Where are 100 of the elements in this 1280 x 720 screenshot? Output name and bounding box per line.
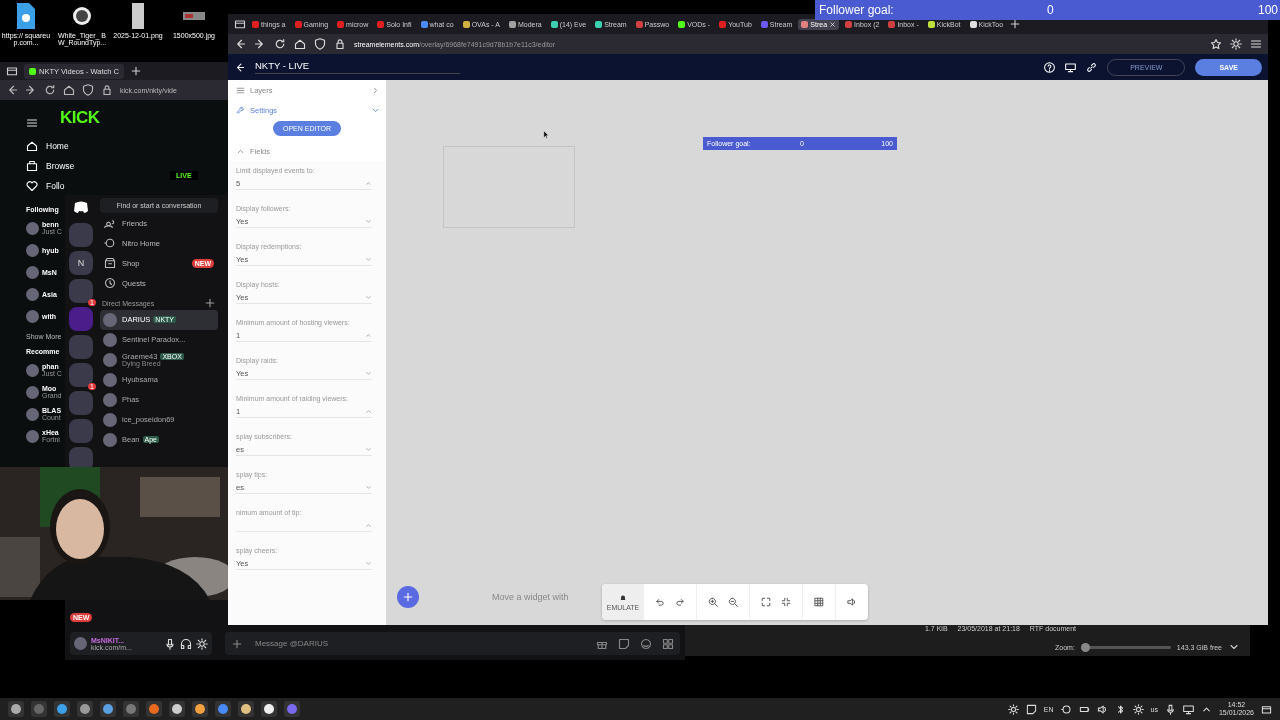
- avatar-icon: [26, 221, 39, 235]
- home-icon: [26, 140, 38, 152]
- link-icon[interactable]: [1086, 61, 1098, 73]
- home-icon[interactable]: [63, 84, 75, 96]
- back-icon[interactable]: [234, 61, 245, 73]
- goal-current: 0: [1047, 3, 1055, 17]
- lock-icon: [101, 84, 113, 96]
- reload-icon[interactable]: [44, 84, 56, 96]
- cursor-icon: [542, 129, 551, 140]
- avatar-icon: [26, 407, 39, 421]
- lock-icon: [334, 38, 346, 50]
- caret-icon: [365, 445, 372, 453]
- forward-icon[interactable]: [25, 84, 37, 96]
- headphones-icon[interactable]: [180, 637, 192, 650]
- caret-icon: [365, 559, 372, 567]
- tab-list-icon[interactable]: [6, 65, 18, 77]
- sticker-icon[interactable]: [618, 637, 630, 650]
- nav-item[interactable]: Browse: [26, 158, 75, 174]
- caret-icon: [365, 255, 372, 263]
- show-desktop-icon[interactable]: [1261, 703, 1272, 715]
- menu-icon[interactable]: [1250, 38, 1262, 50]
- avatar-icon: [26, 429, 39, 443]
- back-icon[interactable]: [6, 84, 18, 96]
- taskbar-app-icon[interactable]: [261, 701, 277, 717]
- friends-icon: [104, 217, 116, 229]
- shop-icon: [104, 257, 116, 269]
- taskbar-app-icon[interactable]: [54, 701, 70, 717]
- nav-item[interactable]: Follo: [26, 178, 65, 194]
- taskbar-app-icon[interactable]: [192, 701, 208, 717]
- new-tab-icon[interactable]: [1009, 18, 1022, 30]
- zoom-out-icon: [728, 597, 738, 607]
- avatar-icon: [26, 287, 39, 301]
- taskbar-app-icon[interactable]: [8, 701, 24, 717]
- collapse-icon: [781, 597, 791, 607]
- bell-icon: [619, 593, 627, 602]
- taskbar-app-icon[interactable]: [169, 701, 185, 717]
- tab-list-icon[interactable]: [234, 18, 246, 30]
- taskbar-app-icon[interactable]: [238, 701, 254, 717]
- avatar-icon: [26, 363, 39, 377]
- menu-icon[interactable]: [26, 117, 38, 129]
- add-button[interactable]: [397, 586, 419, 608]
- home-icon[interactable]: [294, 38, 306, 50]
- taskbar-app-icon[interactable]: [100, 701, 116, 717]
- nitro-icon: [104, 237, 116, 249]
- monitor-icon[interactable]: [1065, 61, 1077, 73]
- avatar-icon: [26, 243, 39, 257]
- avatar-icon: [26, 385, 39, 399]
- plus-icon: [402, 591, 414, 603]
- shield-icon: [314, 38, 326, 50]
- emoji-icon[interactable]: [640, 637, 652, 650]
- layers-icon: [236, 85, 245, 95]
- close-icon[interactable]: [829, 20, 837, 28]
- new-tab-icon[interactable]: [129, 65, 142, 77]
- shield-icon: [82, 84, 94, 96]
- display-icon[interactable]: [1182, 703, 1194, 715]
- server-button[interactable]: N: [69, 251, 93, 275]
- goal-label: Follower goal:: [818, 3, 895, 17]
- caret-icon: [365, 369, 372, 377]
- microphone-icon[interactable]: [164, 637, 176, 650]
- caret-icon: [365, 293, 372, 301]
- chat-logo-icon[interactable]: [73, 199, 89, 215]
- avatar-icon: [26, 309, 39, 323]
- browse-icon: [26, 160, 38, 172]
- stepper-icon: [365, 331, 372, 339]
- brightness-icon[interactable]: [1132, 703, 1144, 715]
- heart-icon: [26, 180, 38, 192]
- caret-icon: [365, 217, 372, 225]
- quests-icon: [104, 277, 116, 289]
- back-icon[interactable]: [234, 38, 246, 50]
- kick-logo[interactable]: KICK: [60, 108, 100, 128]
- redo-icon: [675, 597, 685, 607]
- stepper-icon: [365, 179, 372, 187]
- forward-icon[interactable]: [254, 38, 266, 50]
- add-icon[interactable]: [231, 637, 243, 650]
- help-icon[interactable]: [1044, 61, 1056, 73]
- speaker-icon: [847, 597, 857, 607]
- taskbar-app-icon[interactable]: [77, 701, 93, 717]
- overlay-title[interactable]: NKTY - LIVE: [255, 60, 460, 74]
- stepper-icon: [365, 407, 372, 415]
- microphone-icon[interactable]: [1164, 703, 1176, 715]
- undo-icon: [655, 597, 665, 607]
- hint-text: Move a widget with: [492, 592, 569, 602]
- nav-item[interactable]: Home: [26, 138, 69, 154]
- wrench-icon: [236, 105, 245, 115]
- stepper-icon: [365, 521, 372, 529]
- avatar-icon: [74, 637, 87, 650]
- message-field[interactable]: Message @DARIUS: [253, 638, 417, 649]
- goal-target: 100: [1257, 3, 1279, 17]
- zoom-slider-thumb[interactable]: [1081, 642, 1091, 652]
- add-icon[interactable]: [204, 297, 216, 309]
- star-icon[interactable]: [1210, 38, 1222, 50]
- apps-icon[interactable]: [662, 637, 674, 650]
- file-icon[interactable]: [15, 2, 37, 30]
- grid-icon: [814, 597, 824, 607]
- zoom-in-icon: [708, 597, 718, 607]
- avatar-icon: [26, 265, 39, 279]
- caret-icon: [365, 483, 372, 491]
- reload-icon[interactable]: [274, 38, 286, 50]
- volume-icon[interactable]: [1096, 703, 1108, 715]
- expand-icon: [761, 597, 771, 607]
